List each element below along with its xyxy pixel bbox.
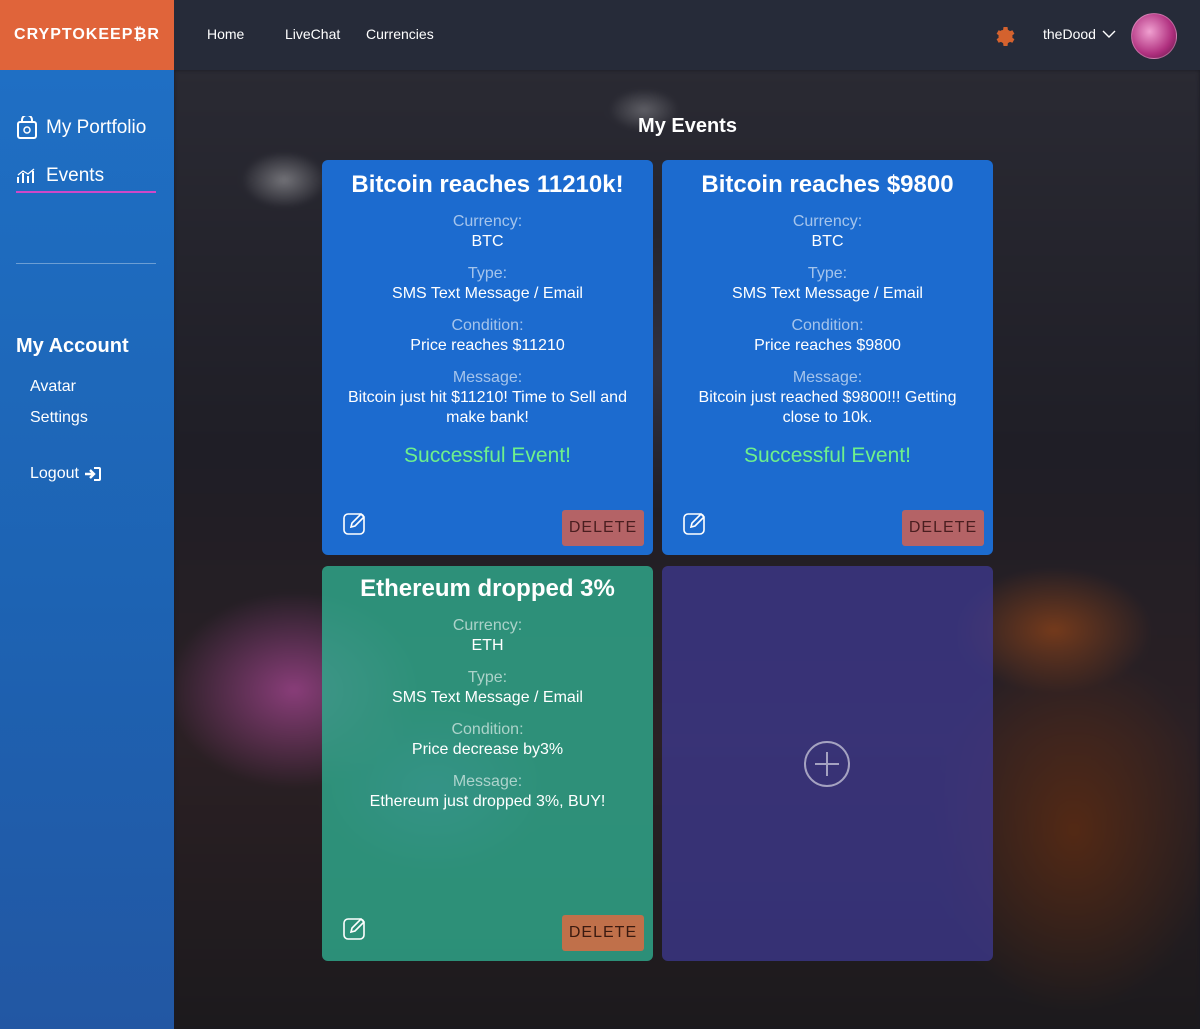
event-title: Bitcoin reaches $9800	[701, 171, 954, 198]
page-title: My Events	[638, 115, 737, 137]
message-value: Bitcoin just reached $9800!!! Getting cl…	[698, 389, 957, 426]
logout-icon	[84, 467, 101, 481]
edit-icon[interactable]	[342, 510, 368, 536]
logout-link[interactable]: Logout	[30, 465, 102, 483]
message-value: Bitcoin just hit $11210! Time to Sell an…	[348, 389, 627, 426]
condition-label: Condition:	[451, 721, 524, 738]
sidebar-item-label: Events	[46, 165, 105, 186]
logo[interactable]: CRYPTOKEEP₿R	[0, 0, 174, 70]
type-label: Type:	[467, 265, 508, 282]
condition-value: Price reaches $9800	[754, 337, 901, 354]
sidebar-item-events[interactable]: Events	[16, 165, 104, 187]
currency-label: Currency:	[792, 213, 863, 230]
type-label: Type:	[807, 265, 848, 282]
gear-icon[interactable]	[993, 24, 1017, 48]
condition-value: Price reaches $11210	[410, 337, 565, 354]
edit-icon[interactable]	[342, 915, 368, 941]
type-value: SMS Text Message / Email	[732, 285, 923, 302]
delete-button[interactable]: DELETE	[562, 915, 644, 951]
sidebar-divider	[16, 263, 156, 264]
currency-value: BTC	[811, 233, 844, 250]
message-label: Message:	[792, 369, 863, 386]
nav-currencies[interactable]: Currencies	[366, 26, 434, 42]
type-value: SMS Text Message / Email	[392, 689, 583, 706]
condition-value: Price decrease by3%	[411, 741, 564, 758]
event-card: Ethereum dropped 3% Currency: ETH Type: …	[322, 566, 653, 961]
plus-icon[interactable]	[803, 740, 851, 788]
nav-livechat[interactable]: LiveChat	[285, 26, 340, 42]
sidebar-item-avatar[interactable]: Avatar	[30, 378, 76, 396]
currency-value: BTC	[471, 233, 504, 250]
delete-button[interactable]: DELETE	[902, 510, 984, 546]
sidebar-item-settings[interactable]: Settings	[30, 409, 88, 427]
message-label: Message:	[452, 773, 523, 790]
event-title: Ethereum dropped 3%	[360, 575, 615, 602]
logout-label: Logout	[30, 465, 79, 482]
chart-icon	[17, 168, 35, 183]
sidebar-item-label: My Portfolio	[46, 117, 147, 138]
event-card: Bitcoin reaches $9800 Currency: BTC Type…	[662, 160, 993, 555]
account-heading: My Account	[16, 335, 129, 357]
sidebar: My Portfolio Events My Account Avatar Se…	[0, 70, 174, 1029]
status-text: Successful Event!	[744, 444, 911, 467]
type-label: Type:	[467, 669, 508, 686]
condition-label: Condition:	[791, 317, 864, 334]
edit-icon[interactable]	[682, 510, 708, 536]
status-text: Successful Event!	[404, 444, 571, 467]
user-menu[interactable]: theDood	[1043, 26, 1116, 42]
avatar[interactable]	[1131, 13, 1177, 59]
type-value: SMS Text Message / Email	[392, 285, 583, 302]
active-indicator	[16, 191, 156, 193]
event-title: Bitcoin reaches 11210k!	[351, 171, 624, 198]
condition-label: Condition:	[451, 317, 524, 334]
delete-button[interactable]: DELETE	[562, 510, 644, 546]
message-label: Message:	[452, 369, 523, 386]
sidebar-item-portfolio[interactable]: My Portfolio	[16, 116, 146, 140]
wallet-icon	[17, 116, 37, 139]
currency-value: ETH	[471, 637, 504, 654]
chevron-down-icon	[1102, 30, 1116, 38]
currency-label: Currency:	[452, 617, 523, 634]
add-event-card[interactable]	[662, 566, 993, 961]
currency-label: Currency:	[452, 213, 523, 230]
event-card: Bitcoin reaches 11210k! Currency: BTC Ty…	[322, 160, 653, 555]
nav-home[interactable]: Home	[207, 26, 244, 42]
top-header: CRYPTOKEEP₿R Home LiveChat Currencies th…	[0, 0, 1200, 70]
user-name: theDood	[1043, 26, 1096, 42]
message-value: Ethereum just dropped 3%, BUY!	[369, 793, 606, 810]
